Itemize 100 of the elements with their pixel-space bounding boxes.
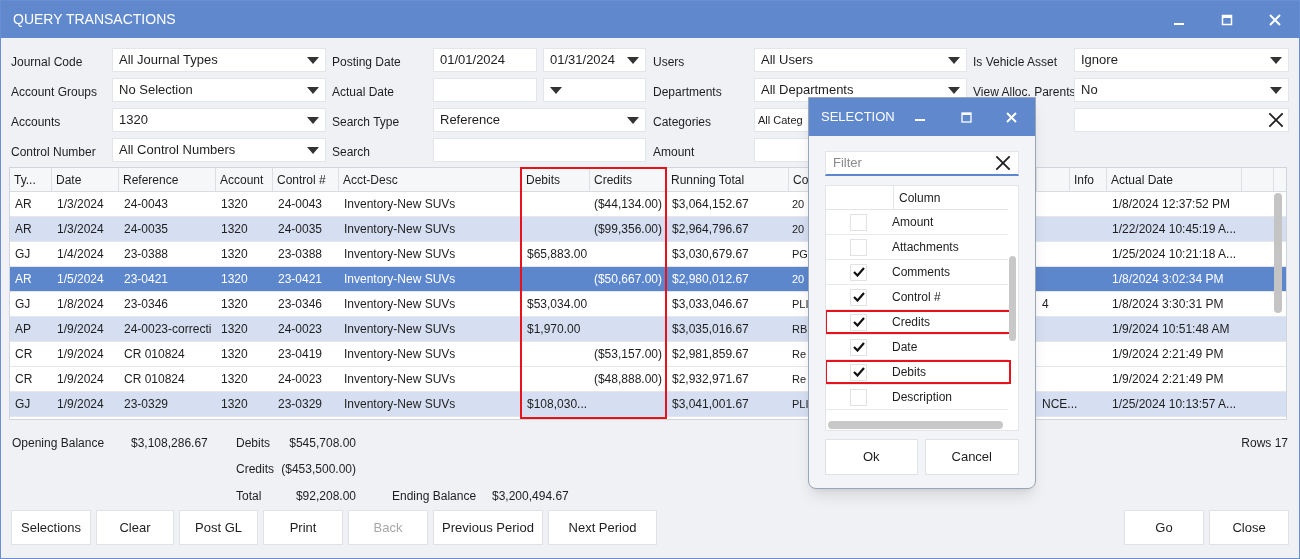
dropdown[interactable]: Ignore bbox=[1074, 48, 1289, 72]
column-header[interactable]: Ty... bbox=[10, 168, 52, 191]
dropdown[interactable]: Reference bbox=[433, 108, 646, 132]
table-cell-text: 1320 bbox=[221, 296, 248, 313]
table-cell-text: CR bbox=[15, 371, 33, 388]
close-icon[interactable] bbox=[1269, 13, 1281, 26]
button[interactable]: Post GL bbox=[179, 510, 258, 545]
dropdown[interactable]: All Journal Types bbox=[112, 48, 326, 72]
table-cell-text: 1/4/2024 bbox=[57, 246, 104, 263]
table-cell-text: 24-0023 bbox=[278, 321, 323, 338]
summary-value: $92,208.00 bbox=[295, 488, 356, 505]
table-cell-text: $3,035,016.67 bbox=[672, 321, 749, 338]
checkmark-icon bbox=[852, 267, 865, 277]
date-dropdown[interactable]: 01/31/2024 bbox=[543, 48, 646, 72]
button[interactable]: Previous Period bbox=[433, 510, 543, 545]
dropdown[interactable]: All Users bbox=[754, 48, 967, 72]
field-label: Accounts bbox=[11, 115, 61, 129]
column-header[interactable]: Date bbox=[52, 168, 119, 191]
summary-label: Total bbox=[236, 488, 262, 505]
table-cell-text: 1/25/2024 10:21:18 A... bbox=[1112, 246, 1237, 263]
date-field[interactable]: 01/01/2024 bbox=[433, 48, 537, 72]
table-cell-text: 20 bbox=[792, 271, 805, 287]
button[interactable]: Go bbox=[1124, 510, 1204, 545]
checkmark-icon bbox=[852, 292, 865, 302]
scrollbar-thumb[interactable] bbox=[1009, 256, 1016, 341]
table-cell-text: ($99,356.00) bbox=[593, 221, 662, 238]
table-cell-text: 1/22/2024 10:45:19 A... bbox=[1112, 221, 1237, 238]
clear-icon[interactable] bbox=[1268, 112, 1284, 128]
dropdown[interactable]: 1320 bbox=[112, 108, 326, 132]
checkbox[interactable] bbox=[850, 338, 867, 356]
table-cell-text: 20 bbox=[792, 221, 805, 237]
table-cell-text: 1/8/2024 12:37:52 PM bbox=[1112, 196, 1231, 213]
table-cell-text: 1320 bbox=[221, 346, 248, 363]
field-label: Departments bbox=[653, 85, 722, 99]
table-cell-text: PG bbox=[792, 246, 808, 262]
checkbox[interactable] bbox=[850, 213, 867, 231]
button[interactable]: Cancel bbox=[924, 439, 1019, 475]
dropdown[interactable]: All Control Numbers bbox=[112, 138, 326, 162]
table-cell-text: Inventory-New SUVs bbox=[344, 196, 456, 213]
scrollbar-thumb[interactable] bbox=[1274, 193, 1282, 313]
clear-icon[interactable] bbox=[995, 155, 1011, 171]
checkbox[interactable] bbox=[850, 288, 867, 306]
table-cell-text: 4 bbox=[1042, 296, 1049, 313]
table-cell-text: 24-0023 bbox=[278, 371, 323, 388]
close-icon[interactable] bbox=[1006, 111, 1017, 123]
table-cell-text: $3,030,679.67 bbox=[672, 246, 749, 263]
table-cell-text: $2,980,012.67 bbox=[672, 271, 749, 288]
button: Back bbox=[348, 510, 428, 545]
table-cell-text: 1/8/2024 3:30:31 PM bbox=[1112, 296, 1224, 313]
summary-label: Ending Balance bbox=[392, 488, 477, 505]
table-cell-text: RB bbox=[792, 321, 808, 337]
date-field[interactable] bbox=[433, 78, 537, 102]
caret-icon bbox=[948, 86, 960, 94]
scrollbar-thumb[interactable] bbox=[828, 421, 1003, 429]
column-header[interactable]: Acct-Desc bbox=[339, 168, 522, 191]
table-cell-text: 1/9/2024 bbox=[57, 321, 104, 338]
maximize-icon[interactable] bbox=[1221, 13, 1233, 26]
button[interactable]: Close bbox=[1209, 510, 1289, 545]
column-header[interactable]: Actual Date bbox=[1107, 168, 1242, 191]
button[interactable]: Next Period bbox=[548, 510, 657, 545]
button[interactable]: Clear bbox=[96, 510, 174, 545]
checkbox[interactable] bbox=[850, 363, 867, 381]
checkbox[interactable] bbox=[850, 313, 867, 331]
input-field[interactable] bbox=[433, 138, 646, 162]
column-header[interactable]: Reference bbox=[119, 168, 216, 191]
dropdown[interactable]: No Selection bbox=[112, 78, 326, 102]
checkbox[interactable] bbox=[850, 388, 867, 406]
table-cell-text: NCE... bbox=[1042, 396, 1078, 413]
summary-label: Opening Balance bbox=[12, 435, 105, 452]
column-header[interactable]: Credits bbox=[590, 168, 667, 191]
input-field[interactable] bbox=[1074, 108, 1289, 132]
table-cell-text: 1/8/2024 3:02:34 PM bbox=[1112, 271, 1224, 288]
table-cell-text: AR bbox=[15, 271, 32, 288]
button[interactable]: Print bbox=[263, 510, 343, 545]
field-label: Control Number bbox=[11, 145, 96, 159]
column-header[interactable]: Info bbox=[1070, 168, 1107, 191]
summary-label: Debits bbox=[236, 435, 270, 452]
table-cell-text: Inventory-New SUVs bbox=[344, 371, 456, 388]
button[interactable]: Selections bbox=[11, 510, 91, 545]
column-header[interactable]: Account bbox=[216, 168, 273, 191]
button[interactable]: Ok bbox=[825, 439, 918, 475]
field-label: Search bbox=[332, 145, 371, 159]
checkbox[interactable] bbox=[850, 238, 867, 256]
table-cell-text: CR bbox=[15, 346, 33, 363]
table-cell-text: 23-0329 bbox=[278, 396, 323, 413]
dropdown[interactable]: No bbox=[1074, 78, 1289, 102]
column-header[interactable]: Control # bbox=[273, 168, 339, 191]
table-cell-text: 23-0421 bbox=[278, 271, 323, 288]
table-cell-text: Inventory-New SUVs bbox=[344, 346, 456, 363]
column-header[interactable]: Debits bbox=[522, 168, 590, 191]
table-cell-text: 1/9/2024 bbox=[57, 396, 104, 413]
table-cell-text: Inventory-New SUVs bbox=[344, 296, 456, 313]
table-cell-text: 23-0388 bbox=[124, 246, 169, 263]
caret-icon bbox=[307, 146, 319, 154]
table-cell-text: Inventory-New SUVs bbox=[344, 221, 456, 238]
column-header[interactable]: Running Total bbox=[667, 168, 789, 191]
table-cell-text: 1/8/2024 bbox=[57, 296, 104, 313]
dialog-title: SELECTION bbox=[821, 108, 896, 127]
checkbox[interactable] bbox=[850, 263, 867, 281]
maximize-icon[interactable] bbox=[961, 111, 972, 123]
